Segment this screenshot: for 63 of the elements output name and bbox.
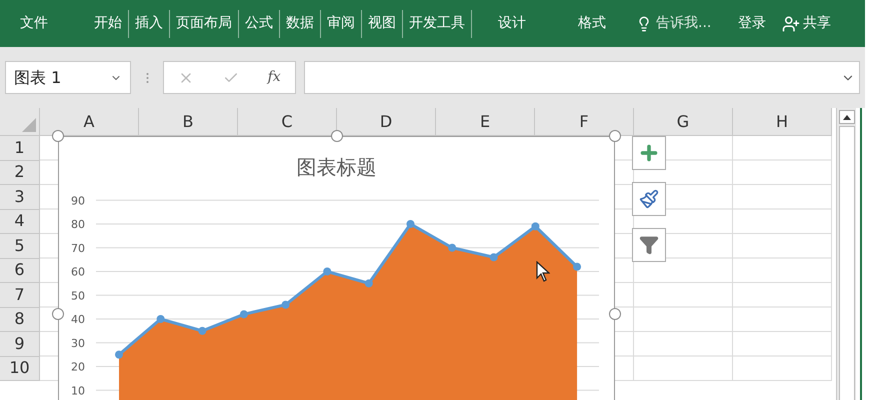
ribbon-tab[interactable]: 开发工具 [402,10,471,38]
data-point [282,300,290,309]
data-point [240,310,248,318]
tell-me-field[interactable]: 告诉我... [656,13,722,34]
data-point [156,315,165,323]
axis-tick-label: 50 [71,289,85,302]
axis-tick-label: 60 [71,266,85,278]
resize-handle[interactable] [609,308,621,320]
insert-function-button[interactable]: fx [268,67,281,88]
triangle-icon [22,118,36,132]
data-point [573,262,582,271]
row-header[interactable]: 4 [0,210,40,234]
up-arrow-icon [842,114,850,120]
row-header[interactable]: 5 [0,234,40,258]
ribbon-tab[interactable]: 公式 [238,10,279,38]
axis-tick-label: 20 [71,360,85,374]
ribbon-tab[interactable]: 数据 [279,10,320,38]
formula-input[interactable] [304,61,860,94]
chart-styles-button[interactable] [632,182,666,216]
axis-tick-label: 40 [71,313,85,326]
axis-tick-label: 70 [71,242,85,255]
filter-icon [639,235,659,255]
chart-filters-button[interactable] [632,228,666,262]
ribbon-tab[interactable]: 设计 [471,10,552,38]
user-plus-icon [782,14,800,32]
data-point [448,244,456,252]
data-point [115,350,123,359]
chart-elements-button[interactable] [632,136,666,170]
row-header[interactable]: 1 [0,136,40,160]
ribbon-tab[interactable]: 审阅 [320,10,361,38]
share-button[interactable]: 共享 [782,13,831,34]
ribbon-tab[interactable]: 开始 [88,10,128,38]
name-box[interactable]: 图表 1 [5,61,131,94]
resize-handle[interactable] [52,308,64,320]
axis-tick-label: 90 [71,194,85,208]
data-point [406,220,414,228]
row-header[interactable]: 2 [0,160,40,185]
row-header[interactable]: 3 [0,185,40,210]
ribbon-tab[interactable]: 文件 [0,10,68,38]
ribbon-tab[interactable]: 格式 [552,10,632,38]
ribbon-tab[interactable]: 视图 [361,10,402,38]
ribbon-tab[interactable]: 页面布局 [169,10,238,38]
paintbrush-icon [639,189,659,209]
data-point [323,268,332,276]
row-header[interactable]: 6 [0,258,40,283]
column-header[interactable]: H [733,108,832,136]
chart-title: 图表标题 [296,154,376,181]
data-point [364,279,373,288]
vertical-scrollbar[interactable] [836,108,856,400]
sign-in-button[interactable]: 登录 [738,13,766,34]
row-header[interactable]: 8 [0,308,40,332]
mouse-pointer-icon [536,261,550,283]
row-header[interactable]: 9 [0,332,40,356]
data-point [490,253,498,262]
row-header[interactable]: 10 [0,356,40,381]
plus-icon [638,142,660,164]
ribbon-tab[interactable]: 插入 [128,10,169,38]
data-point [198,326,206,335]
data-point [531,222,540,230]
row-header[interactable]: 7 [0,283,40,308]
axis-tick-label: 80 [71,218,85,231]
axis-tick-label: 10 [71,384,85,398]
axis-tick-label: 30 [71,336,85,350]
